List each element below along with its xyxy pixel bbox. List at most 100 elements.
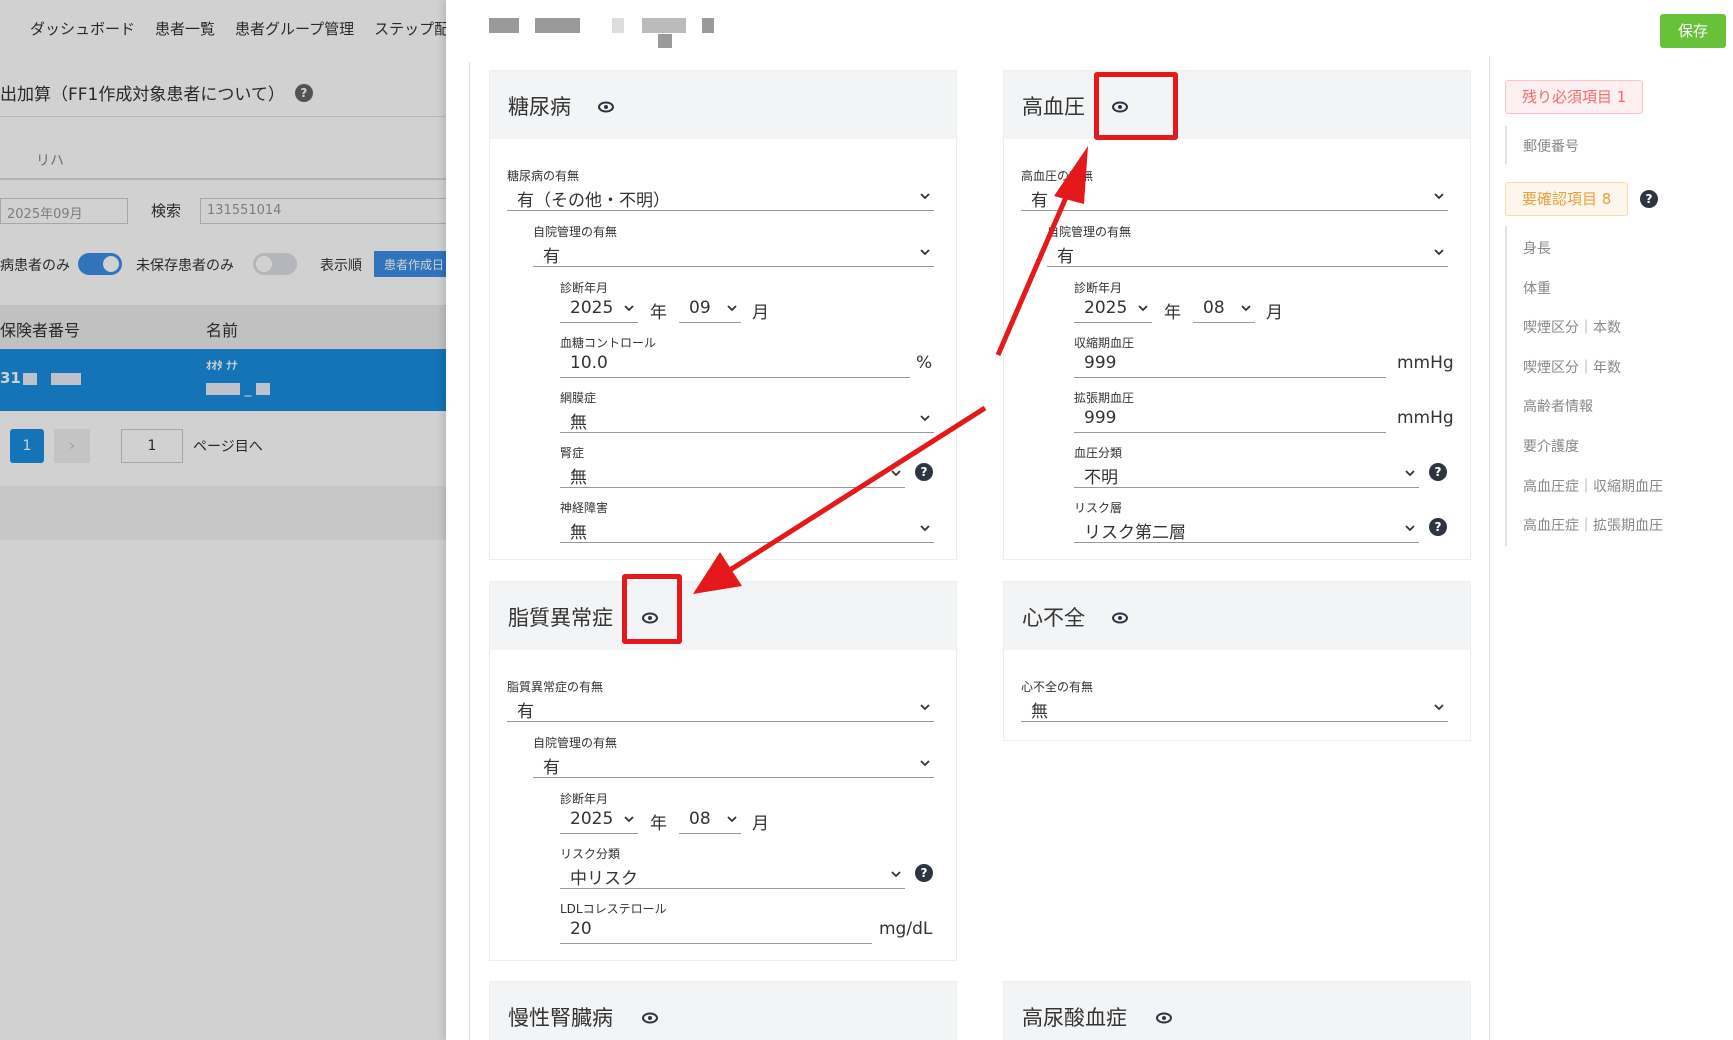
card-title: 脂質異常症 [508, 606, 613, 630]
card-hyperuricemia: 高尿酸血症 [1003, 981, 1471, 1040]
bp-class-select[interactable]: 不明 [1074, 460, 1419, 488]
background-app: ダッシュボード 患者一覧 患者グループ管理 ステップ配 出加算（FF1作成対象患… [0, 0, 446, 1040]
card-header: 脂質異常症 [490, 582, 956, 650]
hypertension-presence-select[interactable]: 有 [1021, 183, 1448, 211]
field-label: 診断年月 [1074, 281, 1123, 295]
chevron-down-icon [1434, 193, 1444, 200]
card-title: 高尿酸血症 [1022, 1006, 1127, 1030]
confirm-item-weight[interactable]: 体重 [1523, 278, 1551, 298]
dyslipidemia-month-select[interactable]: 08 [679, 806, 741, 834]
redacted-block [658, 34, 672, 48]
field-label: LDLコレステロール [560, 902, 667, 916]
eye-icon[interactable] [642, 1012, 658, 1024]
eye-icon[interactable] [598, 101, 614, 113]
systolic-unit: mmHg [1397, 353, 1454, 373]
redacted-block [535, 18, 580, 33]
confirm-item-smoking-count[interactable]: 喫煙区分｜本数 [1523, 317, 1621, 337]
confirm-item-smoking-years[interactable]: 喫煙区分｜年数 [1523, 357, 1621, 377]
card-header: 心不全 [1004, 582, 1470, 650]
chevron-down-icon [1434, 704, 1444, 711]
field-label: 糖尿病の有無 [507, 169, 580, 183]
field-label: 収縮期血圧 [1074, 336, 1135, 350]
confirm-item-diastolic[interactable]: 高血圧症｜拡張期血圧 [1523, 515, 1663, 535]
glucose-control-input[interactable]: 10.0 [560, 350, 910, 378]
hypertension-year-select[interactable]: 2025 [1074, 295, 1152, 323]
help-icon[interactable]: ? [1429, 463, 1447, 481]
confirm-item-height[interactable]: 身長 [1523, 238, 1551, 258]
eye-icon[interactable] [1156, 1012, 1172, 1024]
field-label: リスク分類 [560, 847, 621, 861]
help-icon[interactable]: ? [915, 864, 933, 882]
redacted-block [642, 18, 686, 33]
chevron-down-icon [1434, 249, 1444, 256]
divider [469, 62, 470, 1040]
diabetes-self-management-select[interactable]: 有 [533, 239, 934, 267]
card-title: 心不全 [1022, 606, 1085, 630]
chevron-down-icon [920, 249, 930, 256]
modal-overlay[interactable] [0, 0, 446, 1040]
diabetes-presence-select[interactable]: 有（その他・不明） [507, 183, 934, 211]
chevron-down-icon [727, 305, 737, 312]
card-title: 高血圧 [1022, 95, 1085, 119]
field-label: リスク層 [1074, 501, 1123, 515]
field-label: 腎症 [560, 446, 585, 460]
panel-header: 保存 [446, 0, 1733, 62]
dyslipidemia-year-select[interactable]: 2025 [560, 806, 638, 834]
field-label: 網膜症 [560, 391, 597, 405]
field-label: 診断年月 [560, 792, 609, 806]
field-label: 拡張期血圧 [1074, 391, 1135, 405]
nephropathy-select[interactable]: 無 [560, 460, 905, 488]
required-item-postal-code[interactable]: 郵便番号 [1523, 136, 1579, 156]
diabetes-month-select[interactable]: 09 [679, 295, 741, 323]
chevron-down-icon [624, 305, 634, 312]
hypertension-month-select[interactable]: 08 [1193, 295, 1255, 323]
month-unit: 月 [1266, 303, 1283, 323]
dyslipidemia-self-management-select[interactable]: 有 [533, 750, 934, 778]
diastolic-bp-input[interactable]: 999 [1074, 405, 1386, 433]
glucose-unit: % [916, 353, 933, 373]
chevron-down-icon [1405, 470, 1415, 477]
chevron-down-icon [891, 470, 901, 477]
field-label: 自院管理の有無 [1047, 225, 1132, 239]
confirm-item-care-level[interactable]: 要介護度 [1523, 436, 1579, 456]
risk-layer-select[interactable]: リスク第二層 [1074, 515, 1419, 543]
confirm-items-badge[interactable]: 要確認項目 8 [1505, 182, 1629, 216]
highlight-box [1094, 72, 1178, 140]
field-label: 脂質異常症の有無 [507, 680, 604, 694]
eye-icon[interactable] [1112, 612, 1128, 624]
dyslipidemia-presence-select[interactable]: 有 [507, 694, 934, 722]
chevron-down-icon [624, 816, 634, 823]
chevron-down-icon [920, 704, 930, 711]
heart-failure-presence-select[interactable]: 無 [1021, 694, 1448, 722]
systolic-bp-input[interactable]: 999 [1074, 350, 1386, 378]
help-icon[interactable]: ? [1429, 518, 1447, 536]
neuropathy-select[interactable]: 無 [560, 515, 934, 543]
help-icon[interactable]: ? [1640, 190, 1658, 208]
diabetes-year-select[interactable]: 2025 [560, 295, 638, 323]
required-items-badge[interactable]: 残り必須項目 1 [1505, 80, 1644, 114]
lipid-risk-select[interactable]: 中リスク [560, 861, 905, 889]
card-heart-failure: 心不全 心不全の有無 無 [1003, 581, 1471, 741]
retinopathy-select[interactable]: 無 [560, 405, 934, 433]
chevron-down-icon [920, 193, 930, 200]
save-button[interactable]: 保存 [1660, 14, 1726, 48]
help-icon[interactable]: ? [915, 463, 933, 481]
chevron-down-icon [920, 760, 930, 767]
year-unit: 年 [650, 814, 667, 834]
chevron-down-icon [1405, 525, 1415, 532]
confirm-item-elderly-info[interactable]: 高齢者情報 [1523, 396, 1593, 416]
confirm-item-systolic[interactable]: 高血圧症｜収縮期血圧 [1523, 476, 1663, 496]
redacted-block [489, 18, 519, 33]
field-label: 血圧分類 [1074, 446, 1123, 460]
redacted-block [612, 18, 624, 33]
chevron-down-icon [727, 816, 737, 823]
hypertension-self-management-select[interactable]: 有 [1047, 239, 1448, 267]
card-ckd: 慢性腎臓病 [489, 981, 957, 1040]
ldl-input[interactable]: 20 [560, 916, 872, 944]
chevron-down-icon [920, 525, 930, 532]
month-unit: 月 [752, 303, 769, 323]
card-diabetes: 糖尿病 糖尿病の有無 有（その他・不明） 自院管理の有無 有 診断年月 2025… [489, 70, 957, 560]
month-unit: 月 [752, 814, 769, 834]
redacted-block [702, 18, 714, 33]
field-label: 診断年月 [560, 281, 609, 295]
